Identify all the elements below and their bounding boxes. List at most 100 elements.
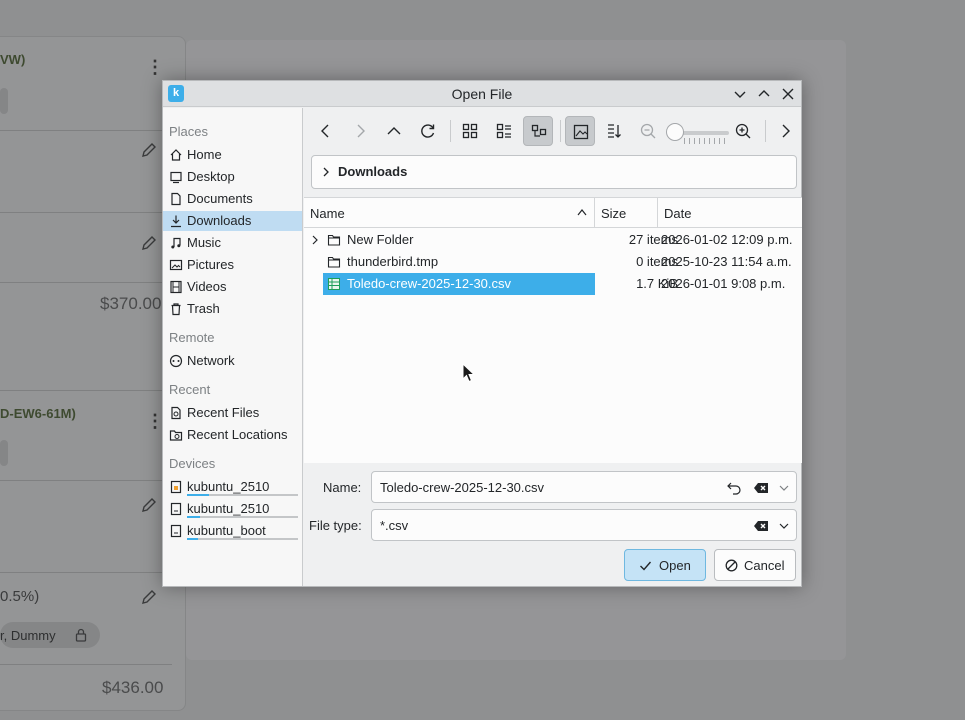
sort-button[interactable]: [599, 116, 629, 146]
background-price: $436.00: [102, 678, 164, 697]
pictures-icon: [169, 258, 183, 272]
arrow-left-icon: [321, 124, 329, 138]
recent-files-icon: [169, 406, 183, 420]
drive-locked-icon: [169, 480, 183, 494]
forward-button[interactable]: [345, 116, 375, 146]
more-tools-button[interactable]: [770, 116, 800, 146]
places-item-device[interactable]: kubuntu_2510: [163, 477, 302, 497]
background-card-title: D-EW6-61M): [0, 406, 76, 421]
recent-locations-icon: [169, 428, 183, 442]
clear-text-icon[interactable]: [753, 480, 769, 496]
back-button[interactable]: [311, 116, 341, 146]
places-item-label: Documents: [187, 191, 253, 206]
places-item-desktop[interactable]: Desktop: [163, 167, 302, 187]
arrow-up-icon: [387, 127, 401, 135]
zoom-out-button[interactable]: [633, 116, 663, 146]
places-item-documents[interactable]: Documents: [163, 189, 302, 209]
reload-button[interactable]: [413, 116, 443, 146]
downloads-icon: [169, 214, 183, 228]
open-button[interactable]: Open: [624, 549, 706, 581]
places-item-label: Music: [187, 235, 221, 250]
undo-icon[interactable]: [726, 480, 742, 496]
close-button[interactable]: [779, 85, 797, 103]
places-item-trash[interactable]: Trash: [163, 299, 302, 319]
file-date: 2025-10-23 11:54 a.m.: [661, 254, 792, 269]
expand-arrow-icon[interactable]: [310, 234, 320, 246]
places-item-label: Network: [187, 353, 235, 368]
file-type-select[interactable]: *.csv: [371, 509, 797, 541]
device-capacity-fill: [187, 516, 201, 518]
clear-text-icon[interactable]: [753, 518, 769, 534]
chevron-down-icon[interactable]: [776, 480, 792, 496]
chevron-right-icon: [782, 124, 790, 138]
places-item-label: Pictures: [187, 257, 234, 272]
places-item-music[interactable]: Music: [163, 233, 302, 253]
kebab-menu-icon[interactable]: ⋮: [146, 58, 164, 76]
devices-section-title: Devices: [169, 456, 216, 471]
zoom-out-icon: [640, 123, 656, 139]
pencil-icon[interactable]: [140, 588, 158, 606]
places-item-device[interactable]: kubuntu_boot: [163, 521, 302, 541]
background-pill: [0, 440, 8, 466]
chevron-right-icon[interactable]: [320, 166, 332, 178]
dialog-titlebar[interactable]: k Open File: [163, 81, 801, 107]
zoom-in-button[interactable]: [728, 116, 758, 146]
column-header-label: Size: [601, 206, 627, 221]
places-item-label: Recent Files: [187, 405, 260, 420]
dialog-title: Open File: [451, 86, 513, 102]
divider: [0, 480, 186, 481]
zoom-slider-handle[interactable]: [666, 123, 684, 141]
places-item-network[interactable]: Network: [163, 351, 302, 371]
details-view-button[interactable]: [523, 116, 553, 146]
divider: [0, 572, 186, 573]
chevron-down-icon: [734, 91, 746, 98]
minimize-button[interactable]: [731, 85, 749, 103]
column-header-date[interactable]: Date: [658, 198, 802, 228]
zoom-in-icon: [735, 123, 751, 139]
background-card-title: VW): [0, 52, 26, 67]
maximize-button[interactable]: [755, 85, 773, 103]
file-row-thunderbird[interactable]: thunderbird.tmp 0 items 2025-10-23 11:54…: [304, 251, 802, 273]
icons-view-button[interactable]: [455, 116, 485, 146]
pencil-icon[interactable]: [140, 496, 158, 514]
places-item-home[interactable]: Home: [163, 145, 302, 165]
videos-icon: [169, 280, 183, 294]
tree-view-icon: [531, 124, 547, 137]
places-item-downloads[interactable]: Downloads: [163, 211, 302, 231]
drive-icon: [169, 524, 183, 538]
places-item-device[interactable]: kubuntu_2510: [163, 499, 302, 519]
cancel-button[interactable]: Cancel: [714, 549, 796, 581]
mouse-cursor-icon: [462, 363, 476, 383]
lock-icon: [75, 628, 87, 642]
file-list-view[interactable]: Name Size Date New Folder 27 items 2026-…: [304, 197, 802, 463]
places-item-recent-files[interactable]: Recent Files: [163, 403, 302, 423]
file-row-new-folder[interactable]: New Folder 27 items 2026-01-02 12:09 p.m…: [304, 229, 802, 251]
reload-icon: [421, 124, 435, 138]
places-item-videos[interactable]: Videos: [163, 277, 302, 297]
compact-view-button[interactable]: [489, 116, 519, 146]
location-breadcrumb[interactable]: Downloads: [311, 155, 797, 189]
desktop-icon: [169, 170, 183, 184]
file-row-toledo-csv[interactable]: Toledo-crew-2025-12-30.csv 1.7 KiB 2026-…: [304, 273, 802, 295]
pencil-icon[interactable]: [140, 234, 158, 252]
device-capacity-fill: [187, 494, 210, 496]
file-name: New Folder: [347, 232, 414, 247]
column-header-size[interactable]: Size: [595, 198, 657, 228]
device-capacity-bar: [187, 538, 298, 540]
places-section-title: Places: [169, 124, 209, 139]
file-type-value: *.csv: [380, 518, 409, 533]
column-header-name[interactable]: Name: [304, 198, 594, 228]
places-item-pictures[interactable]: Pictures: [163, 255, 302, 275]
show-preview-button[interactable]: [565, 116, 595, 146]
parent-folder-button[interactable]: [379, 116, 409, 146]
file-name: Toledo-crew-2025-12-30.csv: [347, 276, 512, 291]
image-preview-icon: [573, 124, 589, 140]
filename-value: Toledo-crew-2025-12-30.csv: [380, 480, 545, 495]
places-item-recent-locations[interactable]: Recent Locations: [163, 425, 302, 445]
background-card: [0, 36, 186, 711]
cancel-button-label: Cancel: [744, 558, 785, 573]
pencil-icon[interactable]: [140, 141, 158, 159]
breadcrumb-item-downloads[interactable]: Downloads: [338, 164, 407, 179]
filename-input[interactable]: Toledo-crew-2025-12-30.csv: [371, 471, 797, 503]
chevron-down-icon[interactable]: [776, 518, 792, 534]
